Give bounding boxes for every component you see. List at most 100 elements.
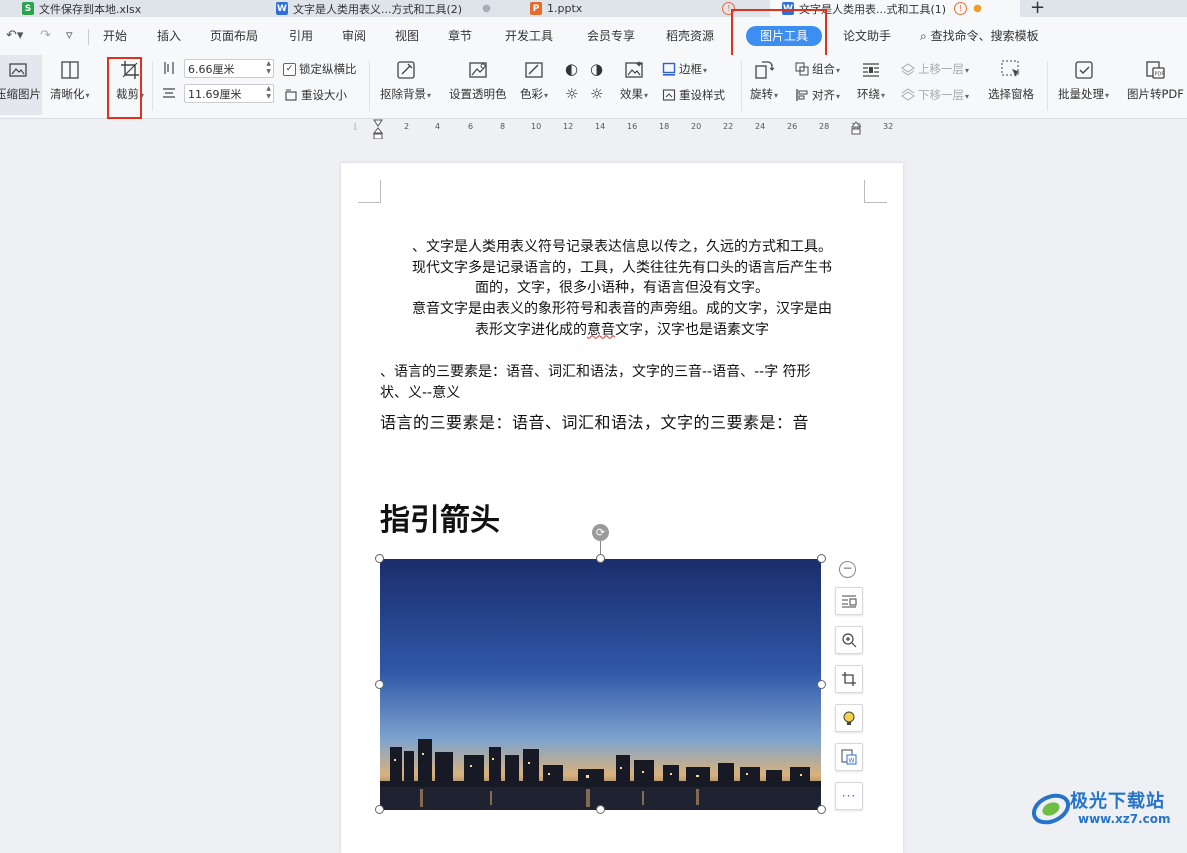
resize-handle-top-right[interactable]: [817, 554, 826, 563]
batch-process-button[interactable]: 批量处理: [1058, 59, 1109, 103]
command-search[interactable]: ⌕ 查找命令、搜索模板: [920, 17, 1039, 55]
watermark-url: www.xz7.com: [1078, 812, 1171, 826]
spinner-arrows-icon[interactable]: ▲ ▼: [266, 60, 271, 76]
unsaved-dot-icon: ●: [973, 3, 982, 14]
ruler-tick: 22: [723, 122, 734, 131]
brightness-down-icon[interactable]: ◑: [590, 60, 603, 78]
selected-picture-city-skyline[interactable]: [380, 559, 821, 810]
tab-xlsx[interactable]: S 文件保存到本地.xlsx: [22, 0, 141, 17]
group-button[interactable]: 组合: [795, 61, 840, 77]
rotate-handle-icon[interactable]: ⟳: [592, 524, 609, 541]
paragraph-line: 、文字是人类用表义符号记录表达信息以传之，久远的方式和工具。: [412, 239, 832, 255]
collapse-toolbar-icon[interactable]: −: [839, 561, 856, 578]
rotate-button[interactable]: 旋转: [750, 59, 778, 103]
unsaved-dot-icon: ●: [482, 3, 491, 14]
crop-icon: [842, 672, 856, 686]
resize-handle-left[interactable]: [375, 680, 384, 689]
reset-size-button[interactable]: 重设大小: [284, 87, 347, 103]
brightness-up-icon[interactable]: ◐: [565, 60, 578, 78]
spinner-arrows-icon[interactable]: ▲ ▼: [266, 85, 271, 101]
resize-handle-bottom-right[interactable]: [817, 805, 826, 814]
menu-section[interactable]: 章节: [448, 17, 472, 55]
menu-docer-resources[interactable]: 稻壳资源: [666, 17, 714, 55]
send-backward-button[interactable]: 下移一层: [901, 87, 969, 103]
smart-suggest-button[interactable]: [835, 704, 863, 732]
width-field[interactable]: 6.66厘米 ▲ ▼: [184, 59, 274, 78]
resize-handle-right[interactable]: [817, 680, 826, 689]
effects-button[interactable]: 效果: [620, 59, 648, 103]
width-icon: [162, 61, 179, 75]
watermark-logo: [1031, 793, 1071, 825]
undo-button[interactable]: ↶▾: [6, 17, 23, 55]
heading[interactable]: 指引箭头: [380, 495, 500, 539]
send-backward-icon: [901, 88, 915, 101]
indent-marker-icon[interactable]: [373, 119, 383, 139]
resize-handle-bottom[interactable]: [596, 805, 605, 814]
color-button[interactable]: 色彩: [520, 59, 548, 103]
resize-handle-bottom-left[interactable]: [375, 805, 384, 814]
menu-home[interactable]: 开始: [103, 17, 127, 55]
paragraph-2[interactable]: 意音文字是由表义的象形符号和表音的声旁组。成的文字，汉字是由 表形文字进化成的意…: [377, 299, 867, 340]
menu-page-layout[interactable]: 页面布局: [210, 17, 258, 55]
reset-style-button[interactable]: 重设样式: [662, 87, 725, 103]
remove-background-button[interactable]: 抠除背景: [380, 59, 431, 103]
reset-size-label: 重设大小: [301, 88, 347, 102]
paragraph-1[interactable]: 、文字是人类用表义符号记录表达信息以传之，久远的方式和工具。 现代文字多是记录语…: [377, 237, 867, 299]
effects-label: 效果: [620, 87, 648, 103]
height-field[interactable]: 11.69厘米 ▲ ▼: [184, 84, 274, 103]
writer-file-icon: W: [276, 2, 288, 15]
align-button[interactable]: 对齐: [795, 87, 840, 103]
crop-quick-button[interactable]: [835, 665, 863, 693]
set-transparent-color-button[interactable]: 设置透明色: [449, 59, 507, 101]
redo-button[interactable]: ↷: [40, 17, 51, 55]
paragraph-line: 表形文字进化成的意音文字，汉字也是语素文字: [377, 320, 867, 341]
menu-references[interactable]: 引用: [289, 17, 313, 55]
menu-insert[interactable]: 插入: [157, 17, 181, 55]
tab-pptx[interactable]: P 1.pptx !: [530, 0, 736, 17]
paragraph-4[interactable]: 语言的三要素是：语音、词汇和语法，文字的三要素是：音: [380, 413, 880, 434]
menu-thesis-assistant[interactable]: 论文助手: [843, 17, 891, 55]
ruler-tick: 24: [755, 122, 766, 131]
ruler-start-mark: ⌊: [354, 122, 358, 131]
sharpen-button[interactable]: 清晰化: [50, 59, 90, 103]
tab-doc-2[interactable]: W 文字是人类用表义...方式和工具(2) ●: [276, 0, 491, 17]
batch-process-label: 批量处理: [1058, 87, 1109, 103]
paragraph-line: 面的，文字，很多小语种，有语言但没有文字。: [475, 280, 769, 296]
resize-handle-top-left[interactable]: [375, 554, 384, 563]
contrast-up-icon[interactable]: ☼: [565, 85, 578, 103]
transparent-color-icon: [469, 62, 487, 78]
paragraph-3[interactable]: 、语言的三要素是：语音、词汇和语法，文字的三音--语音、--字 符形 状、义--…: [380, 362, 870, 403]
contrast-down-icon[interactable]: ☼: [590, 85, 603, 103]
compress-picture-button[interactable]: 压缩图片: [0, 55, 42, 115]
quick-access-more-button[interactable]: ▿: [66, 17, 73, 55]
right-indent-marker-icon[interactable]: [851, 121, 861, 135]
bring-forward-button[interactable]: 上移一层: [901, 61, 969, 77]
menu-review[interactable]: 审阅: [342, 17, 366, 55]
color-icon: [525, 62, 543, 78]
ruler-tick: 2: [404, 122, 410, 131]
new-tab-button[interactable]: +: [1030, 0, 1045, 17]
bring-forward-label: 上移一层: [918, 61, 969, 77]
more-options-button[interactable]: ···: [835, 782, 863, 810]
horizontal-ruler[interactable]: ⌊ 2 4 6 8 10 12 14 16 18 20 22 24 26 28 …: [354, 119, 899, 139]
tab-label: 文件保存到本地.xlsx: [39, 2, 142, 16]
paragraph-line: 意音文字是由表义的象形符号和表音的声旁组。成的文字，汉字是由: [412, 301, 832, 317]
lock-ratio-checkbox[interactable]: ✓ 锁定纵横比: [283, 61, 357, 77]
menu-member[interactable]: 会员专享: [587, 17, 635, 55]
warning-icon: !: [954, 2, 968, 15]
spelling-error-text[interactable]: 意音: [587, 322, 615, 338]
selection-pane-button[interactable]: 选择窗格: [988, 59, 1034, 101]
ruler-tick: 18: [659, 122, 670, 131]
border-button[interactable]: 边框: [662, 61, 707, 77]
lock-ratio-label: 锁定纵横比: [299, 62, 357, 76]
picture-to-pdf-button[interactable]: PDF 图片转PDF: [1127, 59, 1184, 101]
watermark-title: 极光下载站: [1070, 791, 1165, 812]
layout-options-button[interactable]: [835, 587, 863, 615]
resize-handle-top[interactable]: [596, 554, 605, 563]
menu-view[interactable]: 视图: [395, 17, 419, 55]
menu-developer[interactable]: 开发工具: [505, 17, 553, 55]
picture-to-doc-button[interactable]: W: [835, 743, 863, 771]
zoom-picture-button[interactable]: [835, 626, 863, 654]
wrap-button[interactable]: 环绕: [857, 59, 885, 103]
ribbon-divider: [741, 61, 742, 111]
